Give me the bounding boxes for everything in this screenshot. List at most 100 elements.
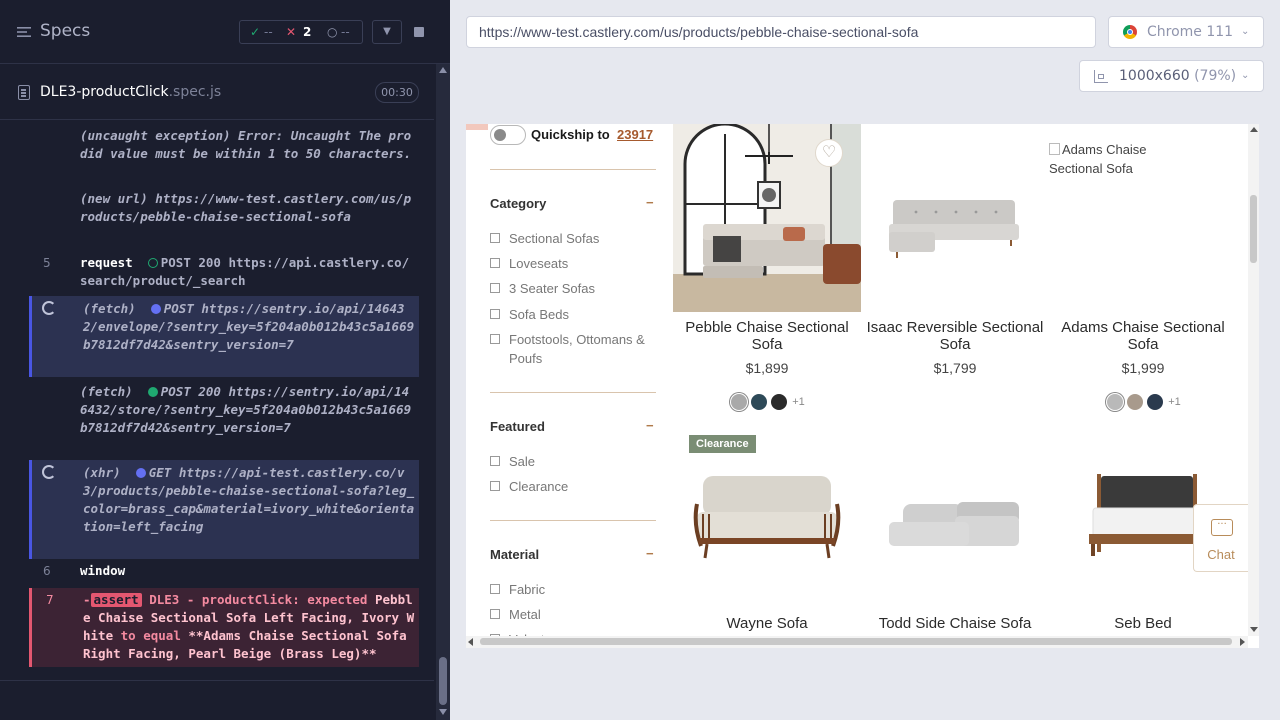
scroll-left-icon[interactable] bbox=[468, 638, 473, 646]
filter-option-label: Clearance bbox=[509, 479, 569, 494]
quickship-toggle[interactable] bbox=[490, 125, 526, 145]
product-image[interactable] bbox=[673, 454, 861, 604]
product-name[interactable]: Todd Side Chaise Sofa bbox=[861, 615, 1049, 632]
collapse-icon[interactable]: − bbox=[646, 195, 654, 210]
chevron-down-button[interactable]: ▼ bbox=[372, 20, 402, 44]
swatch-navy[interactable] bbox=[1147, 394, 1164, 410]
more-swatches[interactable]: +1 bbox=[1168, 396, 1181, 408]
quickship-zip-link[interactable]: 23917 bbox=[617, 127, 653, 142]
command-xhr-pending[interactable]: (xhr) GET https://api-test.castlery.co/v… bbox=[29, 460, 419, 559]
chrome-icon bbox=[1123, 25, 1137, 39]
scroll-up-icon[interactable] bbox=[1250, 127, 1258, 132]
swatch-gray[interactable] bbox=[1107, 394, 1124, 410]
command-number: 7 bbox=[46, 593, 54, 607]
swatch-teal[interactable] bbox=[751, 394, 768, 410]
assert-badge: assert bbox=[90, 593, 142, 607]
filter-title-material[interactable]: Material bbox=[490, 547, 539, 562]
product-image-broken[interactable]: Adams Chaise Sectional Sofa bbox=[1049, 124, 1237, 312]
command-fetch-pending[interactable]: (fetch) POST https://sentry.io/api/14643… bbox=[29, 296, 419, 377]
scroll-up-icon[interactable] bbox=[439, 67, 447, 73]
product-name[interactable]: Adams Chaise Sectional Sofa bbox=[1049, 319, 1237, 353]
product-price: $1,799 bbox=[933, 360, 977, 376]
chevron-down-icon: ▼ bbox=[383, 26, 391, 37]
scroll-down-icon[interactable] bbox=[1250, 627, 1258, 632]
checkbox[interactable] bbox=[490, 233, 500, 243]
filter-title-featured[interactable]: Featured bbox=[490, 419, 545, 434]
failed-count: 2 bbox=[303, 25, 312, 39]
product-card[interactable]: Todd Side Chaise Sofa bbox=[861, 454, 1049, 644]
passed-count: -- bbox=[264, 25, 273, 39]
assert-text: DLE3 - productClick: expected bbox=[149, 592, 375, 607]
command-message: request POST 200 https://api.castlery.co… bbox=[80, 254, 416, 290]
reporter-header: Specs ✓ -- ✕ 2 ○ -- ▼ bbox=[0, 0, 450, 64]
aut-url-bar[interactable]: https://www-test.castlery.com/us/product… bbox=[466, 16, 1096, 48]
command-uncaught-exception[interactable]: (uncaught exception) Error: Uncaught The… bbox=[29, 127, 419, 183]
specs-list-icon[interactable] bbox=[17, 25, 31, 39]
color-swatches: +1 bbox=[1049, 394, 1237, 410]
filter-title-category[interactable]: Category bbox=[490, 196, 546, 211]
checkbox[interactable] bbox=[490, 258, 500, 268]
product-image[interactable] bbox=[861, 124, 1049, 312]
alt-text: Adams Chaise Sectional Sofa bbox=[1049, 142, 1147, 176]
viewport-icon bbox=[1094, 70, 1108, 83]
aut-iframe: Quickship to 23917 Category − Sectional … bbox=[466, 124, 1259, 648]
cross-icon: ✕ bbox=[286, 25, 297, 39]
product-name[interactable]: Isaac Reversible Sectional Sofa bbox=[861, 319, 1049, 353]
swatch-gray[interactable] bbox=[731, 394, 748, 410]
command-name: request bbox=[80, 255, 133, 270]
collapse-icon[interactable]: − bbox=[646, 418, 654, 433]
viewport-size: 1000x660 bbox=[1119, 68, 1190, 84]
command-new-url[interactable]: (new url) https://www-test.castlery.com/… bbox=[29, 190, 419, 244]
product-card[interactable]: Isaac Reversible Sectional Sofa $1,799 bbox=[861, 124, 1049, 424]
specs-title[interactable]: Specs bbox=[40, 21, 90, 41]
chat-button[interactable]: ··· Chat bbox=[1193, 504, 1249, 572]
status-dot-icon bbox=[135, 468, 146, 478]
collapse-icon[interactable]: − bbox=[646, 546, 654, 561]
viewport-info[interactable]: 1000x660 (79%) ⌄ bbox=[1079, 60, 1264, 92]
product-card[interactable]: Adams Chaise Sectional Sofa Adams Chaise… bbox=[1049, 124, 1237, 424]
command-message: (fetch) POST 200 https://sentry.io/api/1… bbox=[80, 383, 416, 437]
divider bbox=[490, 169, 656, 170]
scroll-down-icon[interactable] bbox=[439, 709, 447, 715]
filter-option-label: Sale bbox=[509, 454, 536, 469]
log-scrollbar-thumb[interactable] bbox=[439, 657, 447, 705]
checkbox[interactable] bbox=[490, 334, 500, 344]
product-name[interactable]: Seb Bed bbox=[1049, 615, 1237, 632]
chevron-down-icon: ⌄ bbox=[1241, 70, 1250, 81]
product-name[interactable]: Pebble Chaise Sectional Sofa bbox=[673, 319, 861, 353]
color-swatches: +1 bbox=[673, 394, 861, 410]
browser-selector[interactable]: Chrome 111 ⌄ bbox=[1108, 16, 1264, 48]
command-window[interactable]: 6 window bbox=[29, 562, 419, 584]
checkbox[interactable] bbox=[490, 309, 500, 319]
heart-icon[interactable]: ♡ bbox=[815, 139, 843, 167]
loading-spinner-icon bbox=[42, 301, 56, 315]
spec-file-row[interactable]: DLE3-productClick.spec.js 00:30 bbox=[0, 65, 434, 120]
chat-label: Chat bbox=[1207, 547, 1235, 562]
more-swatches[interactable]: +1 bbox=[792, 396, 805, 408]
product-card[interactable]: ♡ Pebble Chaise Sectional Sofa $1,899 +1 bbox=[673, 124, 861, 424]
scroll-right-icon[interactable] bbox=[1240, 638, 1245, 646]
aut-vertical-scrollbar-thumb[interactable] bbox=[1250, 195, 1257, 263]
command-prefix: (fetch) bbox=[83, 301, 136, 316]
swatch-beige[interactable] bbox=[1127, 394, 1144, 410]
viewport-label: 1000x660 (79%) bbox=[1119, 61, 1236, 91]
checkbox[interactable] bbox=[490, 584, 500, 594]
filter-option-label: Sectional Sofas bbox=[509, 231, 600, 246]
aut-horizontal-scrollbar-thumb[interactable] bbox=[480, 638, 1232, 645]
checkbox[interactable] bbox=[490, 456, 500, 466]
checkbox[interactable] bbox=[490, 481, 500, 491]
command-fetch[interactable]: (fetch) POST 200 https://sentry.io/api/1… bbox=[29, 383, 419, 457]
command-request[interactable]: 5 request POST 200 https://api.castlery.… bbox=[29, 254, 419, 290]
swatch-black[interactable] bbox=[771, 394, 788, 410]
checkbox[interactable] bbox=[490, 283, 500, 293]
request-method: POST bbox=[163, 301, 194, 316]
command-log-panel: Specs ✓ -- ✕ 2 ○ -- ▼ DLE3-productClick.… bbox=[0, 0, 450, 720]
stop-button[interactable] bbox=[406, 20, 432, 44]
product-card[interactable]: Wayne Sofa bbox=[673, 454, 861, 644]
product-name[interactable]: Wayne Sofa bbox=[673, 615, 861, 632]
command-assert-failed[interactable]: 7 - assert DLE3 - productClick: expected … bbox=[29, 588, 419, 667]
product-image[interactable] bbox=[861, 454, 1049, 604]
checkbox[interactable] bbox=[490, 609, 500, 619]
log-scrollbar[interactable] bbox=[436, 64, 450, 720]
status-dot-icon bbox=[150, 304, 161, 314]
